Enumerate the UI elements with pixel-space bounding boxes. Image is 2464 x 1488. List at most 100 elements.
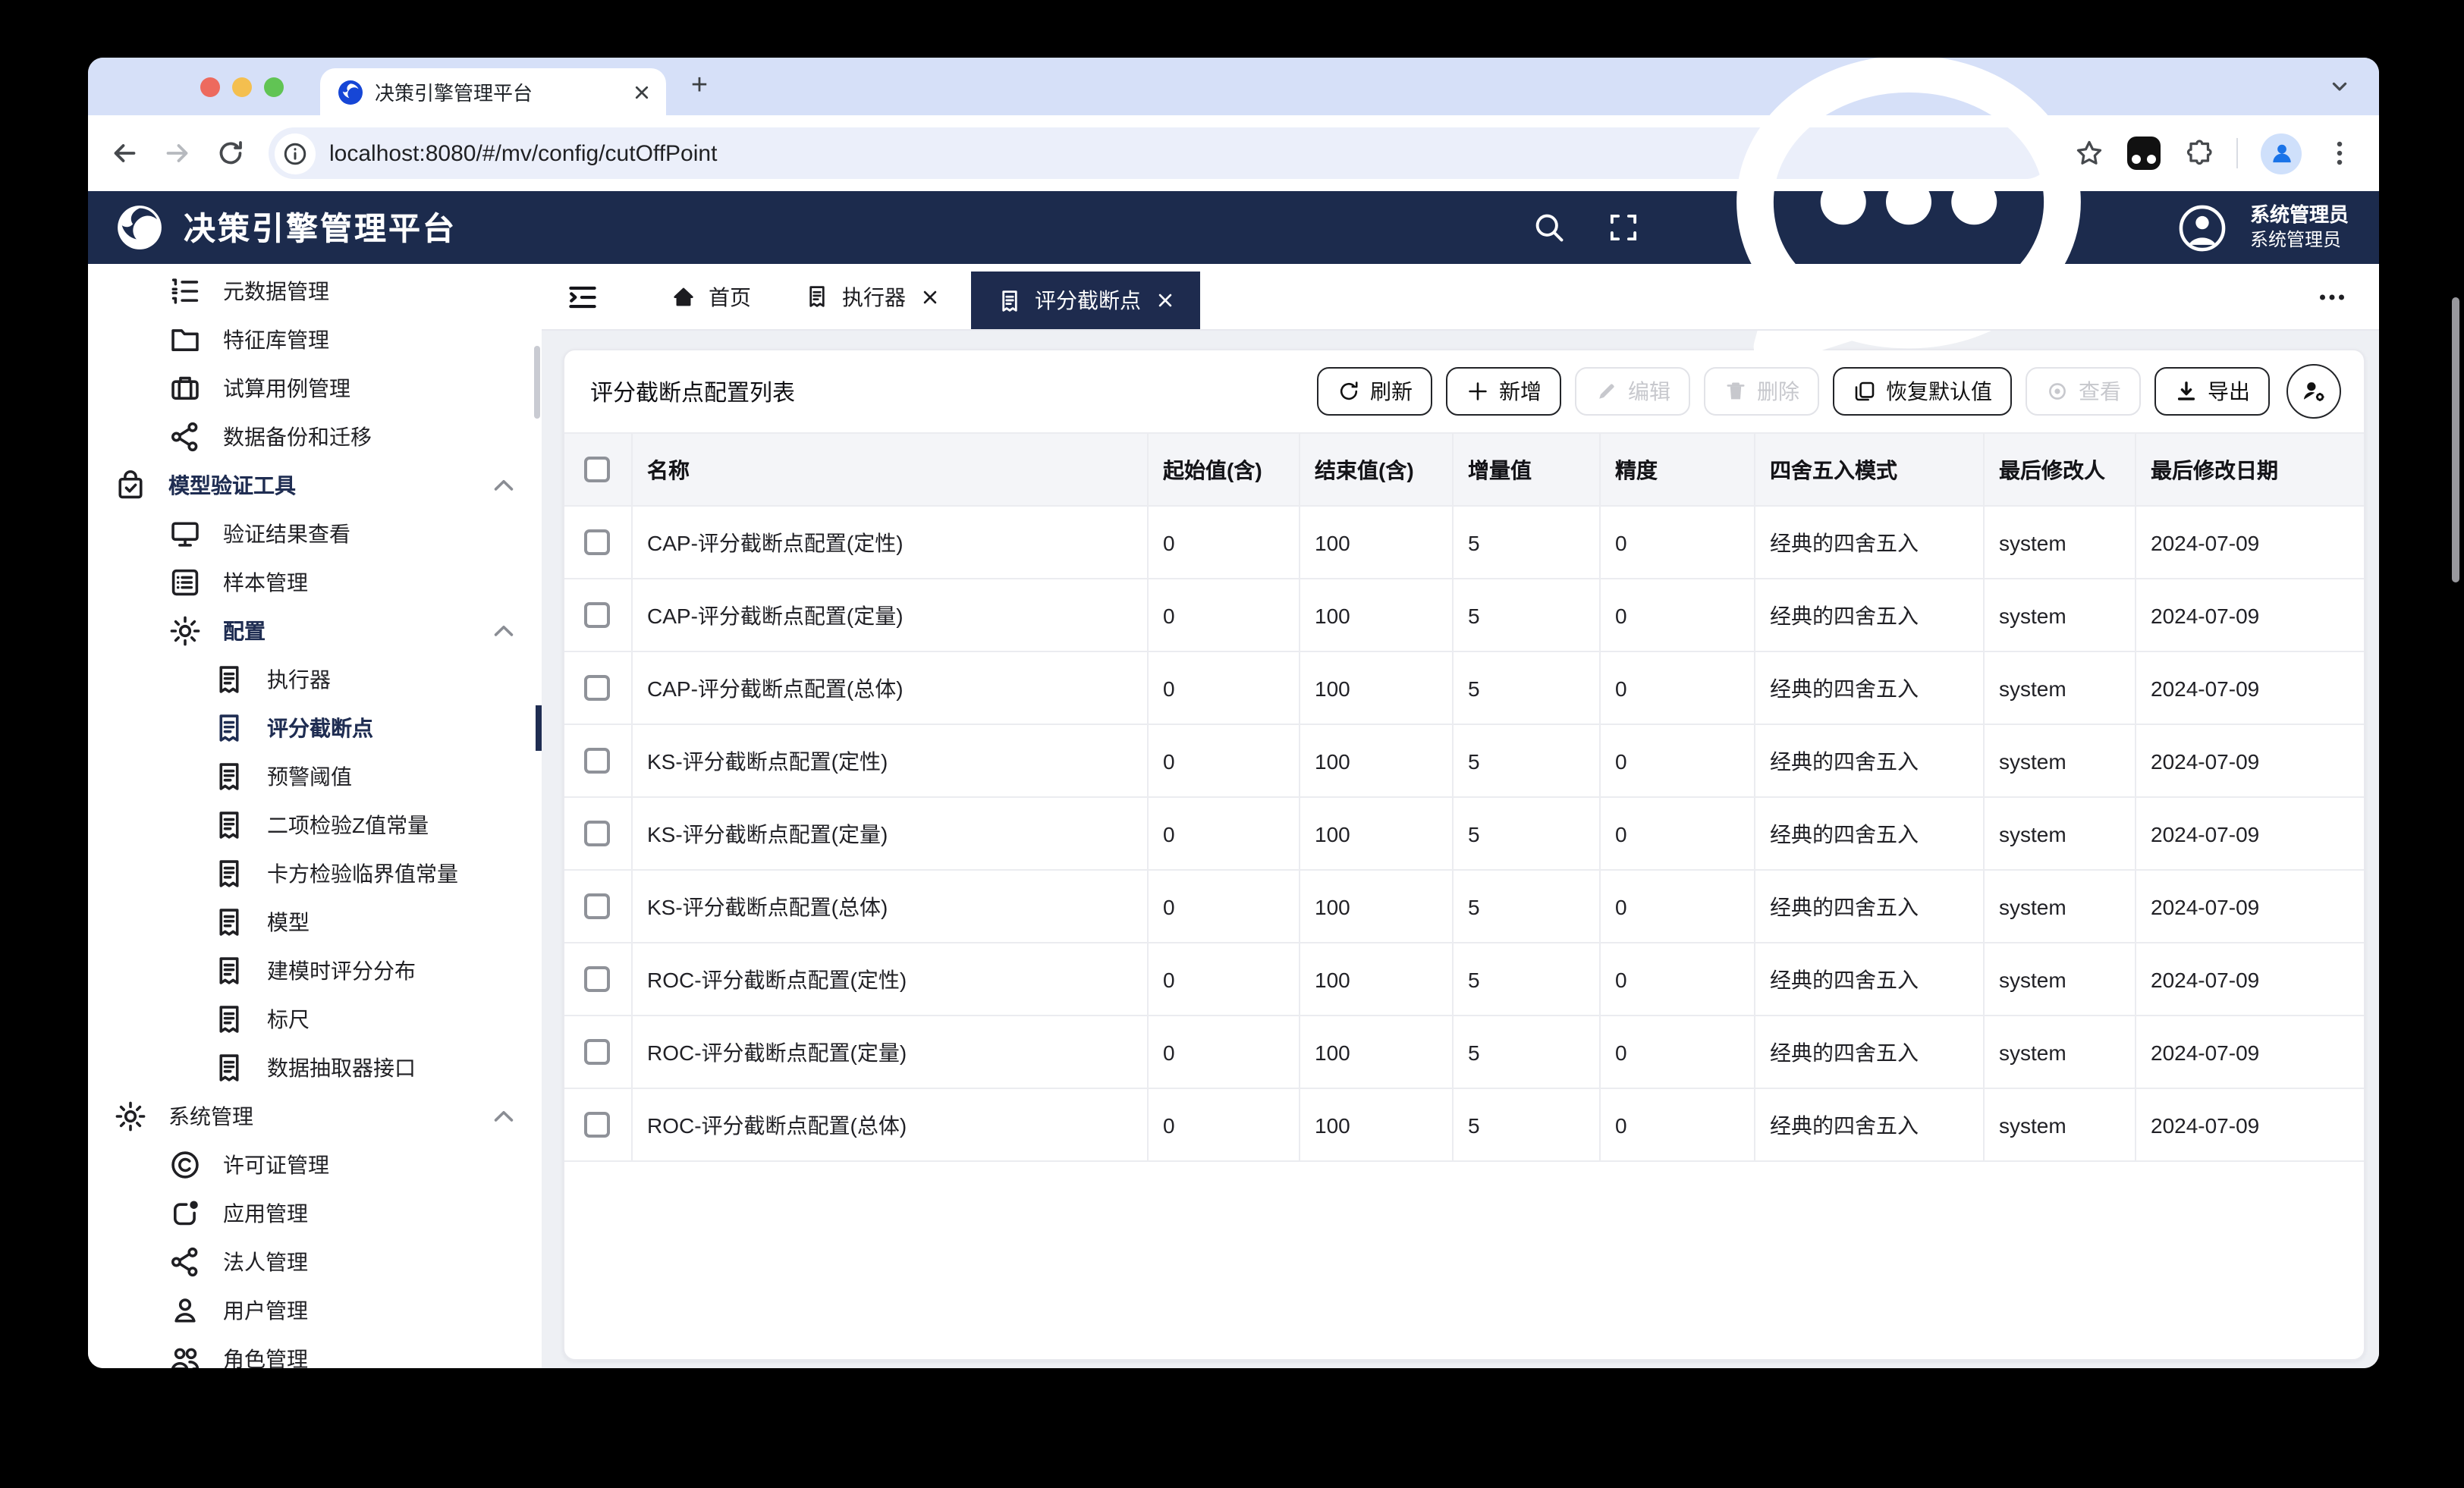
sidebar-item-system-mgmt[interactable]: 系统管理 [88,1092,542,1141]
table-cell: CAP-评分截断点配置(定量) [631,579,1147,651]
sidebar-item-label: 角色管理 [223,1344,308,1368]
chev-up-icon[interactable] [487,469,520,502]
sidebar-item-trial-case[interactable]: 试算用例管理 [88,364,542,413]
table-cell: system [1983,579,2135,651]
receipt-icon [212,1051,246,1085]
sidebar-item-cutoff-point[interactable]: 评分截断点 [88,704,542,752]
table-row[interactable]: ROC-评分截断点配置(总体)010050经典的四舍五入system2024-0… [564,1088,2365,1161]
site-info-icon[interactable] [275,133,316,174]
browser-tab-title: 决策引擎管理平台 [375,77,621,106]
sidebar-item-executor[interactable]: 执行器 [88,655,542,704]
forward-button[interactable] [162,138,193,168]
app-header: 决策引擎管理平台 120 系统管理员 [88,191,2379,264]
tab-executor[interactable]: 执行器 [804,281,939,312]
browser-tab[interactable]: 决策引擎管理平台 [320,68,666,115]
reload-button[interactable] [215,138,246,168]
row-checkbox[interactable] [585,1113,611,1138]
close-window-button[interactable] [200,77,220,96]
sidebar-item-validate-result[interactable]: 验证结果查看 [88,510,542,558]
tab-search-chevron-icon[interactable] [2327,74,2352,99]
sidebar-item-chi-square[interactable]: 卡方检验临界值常量 [88,849,542,898]
sidebar-item-license[interactable]: 许可证管理 [88,1141,542,1189]
chev-up-icon[interactable] [487,1100,520,1133]
table-cell: 2024-07-09 [2135,1088,2365,1161]
close-icon[interactable] [1156,291,1174,309]
row-checkbox[interactable] [585,821,611,847]
sidebar-item-data-extract[interactable]: 数据抽取器接口 [88,1044,542,1092]
fullscreen-icon[interactable] [1607,211,1640,244]
table-row[interactable]: ROC-评分截断点配置(定性)010050经典的四舍五入system2024-0… [564,943,2365,1016]
button-label: 新增 [1499,376,1542,407]
user-info[interactable]: 系统管理员 系统管理员 [2250,204,2349,252]
user-avatar[interactable] [2177,202,2227,253]
sidebar-item-score-dist[interactable]: 建模时评分分布 [88,946,542,995]
user-settings-button[interactable] [2286,364,2341,419]
row-checkbox[interactable] [585,749,611,774]
sidebar-item-user-mgmt[interactable]: 用户管理 [88,1286,542,1335]
table-cell: 0 [1599,797,1754,870]
select-all-checkbox[interactable] [585,457,611,483]
sidebar-item-label: 卡方检验临界值常量 [267,859,458,889]
table-row[interactable]: ROC-评分截断点配置(定量)010050经典的四舍五入system2024-0… [564,1016,2365,1088]
add-button[interactable]: 新增 [1446,367,1561,416]
sidebar-item-warn-threshold[interactable]: 预警阈值 [88,752,542,801]
refresh-button[interactable]: 刷新 [1317,367,1432,416]
table-cell: KS-评分截断点配置(定量) [631,797,1147,870]
table-cell: 0 [1147,1088,1299,1161]
table-row[interactable]: KS-评分截断点配置(定性)010050经典的四舍五入system2024-07… [564,724,2365,797]
sidebar-item-model[interactable]: 模型 [88,898,542,946]
button-label: 刷新 [1370,376,1413,407]
message-bubble-icon[interactable] [1681,58,2136,455]
collapse-sidebar-icon[interactable] [566,280,599,313]
tab-close-icon[interactable] [633,83,651,101]
row-checkbox[interactable] [585,530,611,556]
table-row[interactable]: CAP-评分截断点配置(定性)010050经典的四舍五入system2024-0… [564,506,2365,579]
row-checkbox[interactable] [585,894,611,920]
new-tab-button[interactable]: + [683,70,716,103]
config-table: 名称起始值(含)结束值(含)增量值精度四舍五入模式最后修改人最后修改日期 CAP… [564,432,2365,1162]
notifications[interactable]: 120 [1681,58,2136,455]
list-ol-icon [168,275,202,308]
sidebar-item-config[interactable]: 配置 [88,607,542,655]
table-row[interactable]: CAP-评分截断点配置(总体)010050经典的四舍五入system2024-0… [564,651,2365,724]
edit-button[interactable]: 编辑 [1575,367,1690,416]
column-header: 增量值 [1452,433,1599,506]
sidebar-item-binomial-z[interactable]: 二项检验Z值常量 [88,801,542,849]
table-row[interactable]: KS-评分截断点配置(总体)010050经典的四舍五入system2024-07… [564,870,2365,943]
sidebar-item-app-mgmt[interactable]: 应用管理 [88,1189,542,1238]
receipt-icon [212,663,246,696]
sidebar-item-legal-person[interactable]: 法人管理 [88,1238,542,1286]
table-cell: 5 [1452,506,1599,579]
minimize-window-button[interactable] [232,77,252,96]
back-button[interactable] [109,138,140,168]
page-scrollbar[interactable] [2452,297,2459,582]
close-icon[interactable] [921,287,939,306]
table-row[interactable]: CAP-评分截断点配置(定量)010050经典的四舍五入system2024-0… [564,579,2365,651]
plus-icon [1466,379,1490,403]
row-checkbox[interactable] [585,1040,611,1066]
list-box-icon [168,566,202,599]
chev-up-icon[interactable] [487,614,520,648]
row-checkbox[interactable] [585,603,611,629]
sidebar-item-label: 模型 [267,907,310,937]
sidebar-item-metadata[interactable]: 元数据管理 [88,267,542,315]
column-header: 最后修改日期 [2135,433,2365,506]
sidebar-item-scale[interactable]: 标尺 [88,995,542,1044]
table-cell: 0 [1599,870,1754,943]
export-button[interactable]: 导出 [2154,367,2270,416]
sidebar-item-role-mgmt[interactable]: 角色管理 [88,1335,542,1368]
tab-cutoff-point[interactable]: 评分截断点 [971,272,1200,329]
zoom-window-button[interactable] [264,77,284,96]
search-icon[interactable] [1532,211,1566,244]
table-row[interactable]: KS-评分截断点配置(定量)010050经典的四舍五入system2024-07… [564,797,2365,870]
row-checkbox[interactable] [585,676,611,702]
sidebar-item-sample-mgmt[interactable]: 样本管理 [88,558,542,607]
more-tabs-ellipsis-icon[interactable] [2317,281,2347,312]
table-cell: 0 [1599,724,1754,797]
table-cell: 0 [1147,506,1299,579]
sidebar-item-feature-lib[interactable]: 特征库管理 [88,315,542,364]
sidebar-item-model-validate[interactable]: 模型验证工具 [88,461,542,510]
row-checkbox[interactable] [585,967,611,993]
sidebar-item-backup-migrate[interactable]: 数据备份和迁移 [88,413,542,461]
tab-home[interactable]: 首页 [671,281,751,312]
